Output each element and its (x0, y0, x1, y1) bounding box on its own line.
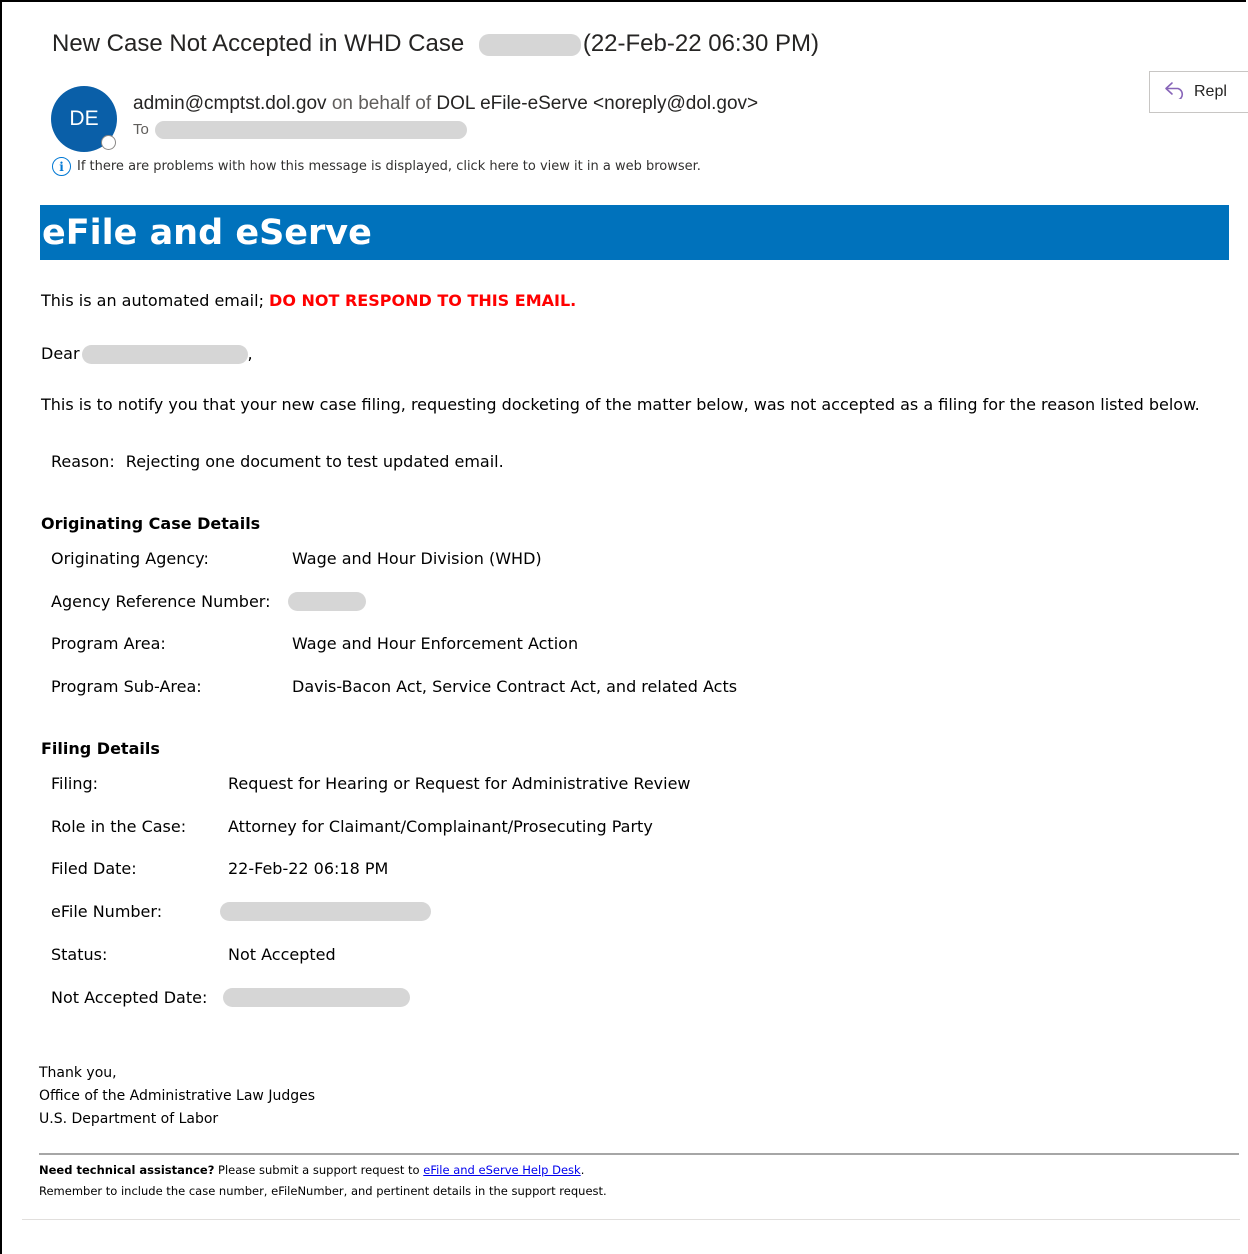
redacted-efile-number (220, 902, 431, 921)
presence-status-icon (101, 135, 116, 150)
subject-suffix: (22-Feb-22 06:30 PM) (582, 30, 819, 57)
reply-label: Repl (1194, 83, 1227, 100)
info-icon: i (52, 157, 71, 176)
email-subject: New Case Not Accepted in WHD Case (22-Fe… (52, 30, 819, 58)
detail-value: Wage and Hour Division (WHD) (292, 549, 542, 568)
bottom-divider (22, 1219, 1240, 1220)
salutation-comma: , (247, 344, 253, 363)
redacted-case-number (478, 33, 581, 56)
avatar-initials: DE (69, 107, 99, 130)
sender-email[interactable]: admin@cmptst.dol.gov (133, 93, 327, 114)
filing-label: Role in the Case: (51, 817, 187, 836)
notification-text: This is to notify you that your new case… (41, 395, 1200, 414)
detail-label: Originating Agency: (51, 549, 209, 568)
subject-prefix: New Case Not Accepted in WHD Case (52, 30, 465, 57)
signature-thanks: Thank you, (39, 1065, 117, 1081)
redacted-recipient-name (81, 345, 248, 364)
recipient-line: To (133, 121, 468, 140)
help-line: Need technical assistance? Please submit… (39, 1163, 584, 1177)
sender-name[interactable]: DOL eFile-eServe <noreply@dol.gov> (436, 93, 758, 114)
reminder-line: Remember to include the case number, eFi… (39, 1184, 607, 1198)
to-label: To (133, 121, 149, 138)
help-text: Please submit a support request to (218, 1163, 420, 1177)
automated-notice: This is an automated email; DO NOT RESPO… (41, 291, 576, 310)
do-not-respond-warning: DO NOT RESPOND TO THIS EMAIL. (269, 291, 577, 310)
detail-label: Program Sub-Area: (51, 677, 202, 696)
help-period: . (580, 1163, 585, 1177)
filing-details-title: Filing Details (41, 739, 160, 758)
info-text[interactable]: If there are problems with how this mess… (77, 159, 701, 174)
salutation: Dear, (41, 344, 253, 364)
help-bold: Need technical assistance? (39, 1163, 215, 1177)
filing-label: Filing: (51, 774, 99, 793)
reason-line: Reason: Rejecting one document to test u… (51, 452, 504, 471)
detail-value: Wage and Hour Enforcement Action (292, 634, 579, 653)
display-problems-notice[interactable]: i If there are problems with how this me… (52, 157, 701, 176)
filing-label: Status: (51, 945, 108, 964)
automated-intro: This is an automated email; (41, 291, 264, 310)
originating-case-title: Originating Case Details (41, 514, 261, 533)
detail-label: Agency Reference Number: (51, 592, 271, 611)
help-desk-link[interactable]: eFile and eServe Help Desk (423, 1163, 580, 1177)
reply-arrow-icon (1164, 81, 1186, 104)
sender-line: admin@cmptst.dol.gov on behalf of DOL eF… (133, 93, 758, 115)
signature-department: U.S. Department of Labor (39, 1111, 219, 1127)
efile-banner: eFile and eServe (40, 205, 1229, 260)
filing-label: Not Accepted Date: (51, 988, 208, 1007)
reason-label: Reason: (51, 452, 115, 471)
detail-value: Davis-Bacon Act, Service Contract Act, a… (292, 677, 738, 696)
filing-value: Attorney for Claimant/Complainant/Prosec… (228, 817, 653, 836)
reply-button[interactable]: Repl (1149, 71, 1248, 113)
filing-value: 22-Feb-22 06:18 PM (228, 859, 389, 878)
detail-label: Program Area: (51, 634, 166, 653)
on-behalf-text: on behalf of (331, 93, 432, 114)
banner-title: eFile and eServe (42, 213, 372, 253)
filing-value: Request for Hearing or Request for Admin… (228, 774, 691, 793)
footer-divider (39, 1153, 1239, 1155)
filing-label: eFile Number: (51, 902, 163, 921)
redacted-recipient[interactable] (155, 121, 468, 140)
redacted-reference-number (288, 592, 366, 611)
filing-label: Filed Date: (51, 859, 137, 878)
email-reading-pane (0, 0, 1246, 1254)
redacted-not-accepted-date (223, 988, 410, 1007)
filing-value: Not Accepted (228, 945, 336, 964)
signature-office: Office of the Administrative Law Judges (39, 1088, 316, 1104)
reason-value: Rejecting one document to test updated e… (125, 452, 504, 471)
dear-label: Dear (41, 344, 80, 363)
